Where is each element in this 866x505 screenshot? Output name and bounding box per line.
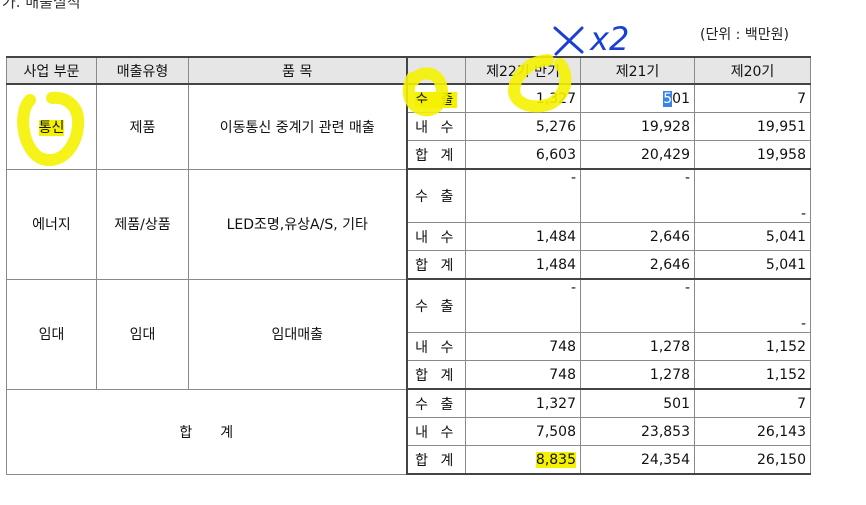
type-cell: 제품 <box>96 83 189 170</box>
row-label-export: 수 출 <box>405 168 466 223</box>
value-cell: - <box>694 278 811 333</box>
row-label-domestic: 내 수 <box>405 112 466 141</box>
value-cell: 1,327 <box>465 83 581 113</box>
value-cell: 1,327 <box>465 388 581 418</box>
row-label-export: 수 출 <box>405 278 466 333</box>
header-period-22: 제22기 반기 <box>465 56 581 85</box>
item-cell: 임대매출 <box>188 278 407 390</box>
table-row: 에너지 제품/상품 LED조명,유상A/S, 기타 수 출 - - - <box>6 168 811 280</box>
value-cell: 20,429 <box>580 140 695 170</box>
row-label-domestic: 내 수 <box>405 222 466 251</box>
value-rest: 01 <box>672 90 690 107</box>
value-cell: 7 <box>694 388 811 418</box>
row-label-export-highlight: 수 출 <box>415 91 458 108</box>
value-cell: 23,853 <box>580 417 695 446</box>
value-cell: 1,152 <box>694 360 811 390</box>
value-cell: 6,603 <box>465 140 581 170</box>
value-cell: 8,835 <box>465 445 581 475</box>
row-label-export: 수 출 <box>405 83 466 113</box>
division-cell: 에너지 <box>6 168 97 280</box>
row-label-export: 수 출 <box>405 388 466 418</box>
division-cell: 임대 <box>6 278 97 390</box>
value-cell: 19,951 <box>694 112 811 141</box>
value-cell: 1,484 <box>465 222 581 251</box>
value-cell: 2,646 <box>580 250 695 280</box>
handwritten-x-stroke-1 <box>553 26 584 54</box>
row-label-total: 합 계 <box>405 445 466 475</box>
value-cell: 1,152 <box>694 332 811 361</box>
value-cell: 7 <box>694 83 811 113</box>
division-cell: 통신 <box>6 83 97 170</box>
value-cell: - <box>580 168 695 223</box>
header-period-blank <box>405 56 466 85</box>
value-cell: 19,928 <box>580 112 695 141</box>
value-cell: 2,646 <box>580 222 695 251</box>
division-label-telecom: 통신 <box>38 119 65 136</box>
sales-table: 사업 부문 매출유형 품 목 제22기 반기 제21기 제20기 통신 제품 이… <box>6 56 811 475</box>
text-selection: 5 <box>663 90 673 107</box>
value-cell-selected: 501 <box>580 83 695 113</box>
handwritten-note: x2 <box>589 20 629 58</box>
value-cell: 5,276 <box>465 112 581 141</box>
value-cell: 5,041 <box>694 222 811 251</box>
value-cell: 748 <box>465 360 581 390</box>
table-header-row: 사업 부문 매출유형 품 목 제22기 반기 제21기 제20기 <box>6 56 811 85</box>
value-cell: - <box>580 278 695 333</box>
header-period-21: 제21기 <box>580 56 695 85</box>
value-cell: 1,278 <box>580 360 695 390</box>
grand-total-highlight: 8,835 <box>535 451 576 468</box>
header-item: 품 목 <box>188 56 407 85</box>
value-cell: 1,278 <box>580 332 695 361</box>
row-label-total: 합 계 <box>405 250 466 280</box>
value-cell: - <box>465 278 581 333</box>
section-title: 가. 매출실적 <box>2 0 81 11</box>
header-type: 매출유형 <box>96 56 189 85</box>
value-cell: 26,150 <box>694 445 811 475</box>
value-cell: - <box>694 168 811 223</box>
handwritten-x-stroke-2 <box>554 26 584 56</box>
row-label-total: 합 계 <box>405 140 466 170</box>
value-cell: 1,484 <box>465 250 581 280</box>
grand-total-label: 합 계 <box>6 388 407 475</box>
row-label-domestic: 내 수 <box>405 417 466 446</box>
value-cell: 26,143 <box>694 417 811 446</box>
header-period-20: 제20기 <box>694 56 811 85</box>
type-cell: 임대 <box>96 278 189 390</box>
header-division: 사업 부문 <box>6 56 97 85</box>
row-label-domestic: 내 수 <box>405 332 466 361</box>
value-cell: 19,958 <box>694 140 811 170</box>
table-row: 합 계 수 출 1,327 501 7 <box>6 388 811 475</box>
item-cell: 이동통신 중계기 관련 매출 <box>188 83 407 170</box>
unit-label: (단위 : 백만원) <box>700 27 789 43</box>
value-cell: 5,041 <box>694 250 811 280</box>
value-cell: 501 <box>580 388 695 418</box>
value-cell: 748 <box>465 332 581 361</box>
value-cell: - <box>465 168 581 223</box>
row-label-total: 합 계 <box>405 360 466 390</box>
value-cell: 24,354 <box>580 445 695 475</box>
table-row: 통신 제품 이동통신 중계기 관련 매출 수 출 1,327 501 7 <box>6 83 811 170</box>
type-cell: 제품/상품 <box>96 168 189 280</box>
table-row: 임대 임대 임대매출 수 출 - - - <box>6 278 811 390</box>
item-cell: LED조명,유상A/S, 기타 <box>188 168 407 280</box>
value-cell: 7,508 <box>465 417 581 446</box>
